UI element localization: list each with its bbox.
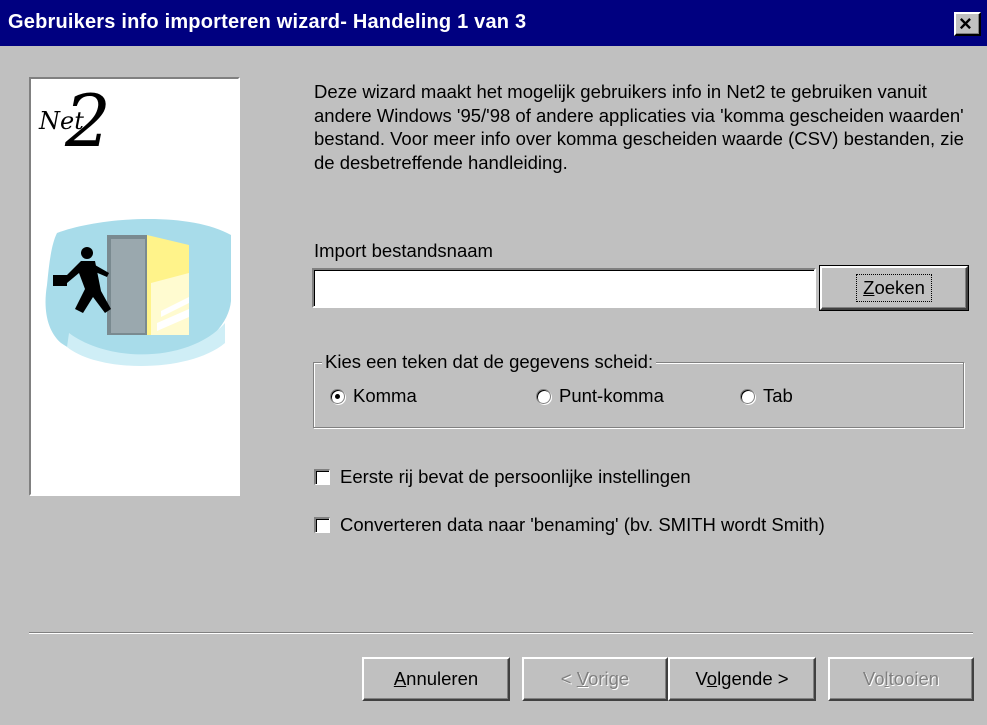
delimiter-group-legend: Kies een teken dat de gegevens scheid: bbox=[322, 351, 657, 373]
back-button[interactable]: < Vorige bbox=[522, 657, 668, 701]
logo-number: 2 bbox=[65, 79, 111, 163]
wizard-side-image-panel: Net 2 bbox=[29, 77, 240, 496]
checkbox-convert-case-label: Converteren data naar 'benaming' (bv. SM… bbox=[340, 514, 825, 535]
wizard-description: Deze wizard maakt het mogelijk gebruiker… bbox=[314, 81, 964, 173]
finish-button-label: Voltooien bbox=[862, 668, 940, 689]
cancel-button-label: Annuleren bbox=[393, 668, 479, 689]
checkbox-convert-case[interactable]: Converteren data naar 'benaming' (bv. SM… bbox=[314, 514, 825, 536]
checkbox-unchecked-icon bbox=[314, 469, 330, 485]
back-button-label: < Vorige bbox=[560, 668, 630, 689]
radio-comma-label: Komma bbox=[353, 385, 417, 406]
close-button[interactable]: × bbox=[954, 11, 981, 36]
radio-unselected-icon bbox=[740, 388, 755, 404]
checkbox-unchecked-icon bbox=[314, 517, 330, 533]
browse-button[interactable]: Zoeken bbox=[819, 265, 969, 311]
next-button-label: Volgende > bbox=[695, 668, 789, 689]
radio-semicolon[interactable]: Punt-komma bbox=[536, 385, 664, 407]
radio-comma[interactable]: Komma bbox=[330, 385, 417, 407]
browse-button-label: Zoeken bbox=[856, 274, 932, 302]
cancel-button[interactable]: Annuleren bbox=[362, 657, 510, 701]
import-filename-label: Import bestandsnaam bbox=[314, 240, 493, 261]
title-bar[interactable]: Gebruikers info importeren wizard- Hande… bbox=[0, 0, 987, 46]
finish-button[interactable]: Voltooien bbox=[828, 657, 974, 701]
window-title: Gebruikers info importeren wizard- Hande… bbox=[8, 11, 527, 33]
radio-unselected-icon bbox=[536, 388, 551, 404]
radio-tab-label: Tab bbox=[763, 385, 793, 406]
import-filename-input[interactable] bbox=[312, 268, 816, 308]
radio-semicolon-label: Punt-komma bbox=[559, 385, 664, 406]
next-button[interactable]: Volgende > bbox=[668, 657, 816, 701]
checkbox-first-row-label: Eerste rij bevat de persoonlijke instell… bbox=[340, 466, 691, 487]
checkbox-first-row-headers[interactable]: Eerste rij bevat de persoonlijke instell… bbox=[314, 466, 691, 488]
radio-tab[interactable]: Tab bbox=[740, 385, 793, 407]
footer-separator bbox=[29, 632, 973, 634]
radio-selected-icon bbox=[330, 388, 345, 404]
close-icon: × bbox=[959, 11, 972, 36]
import-wizard-window: Gebruikers info importeren wizard- Hande… bbox=[0, 0, 987, 725]
businessman-door-illustration-icon bbox=[45, 218, 231, 367]
